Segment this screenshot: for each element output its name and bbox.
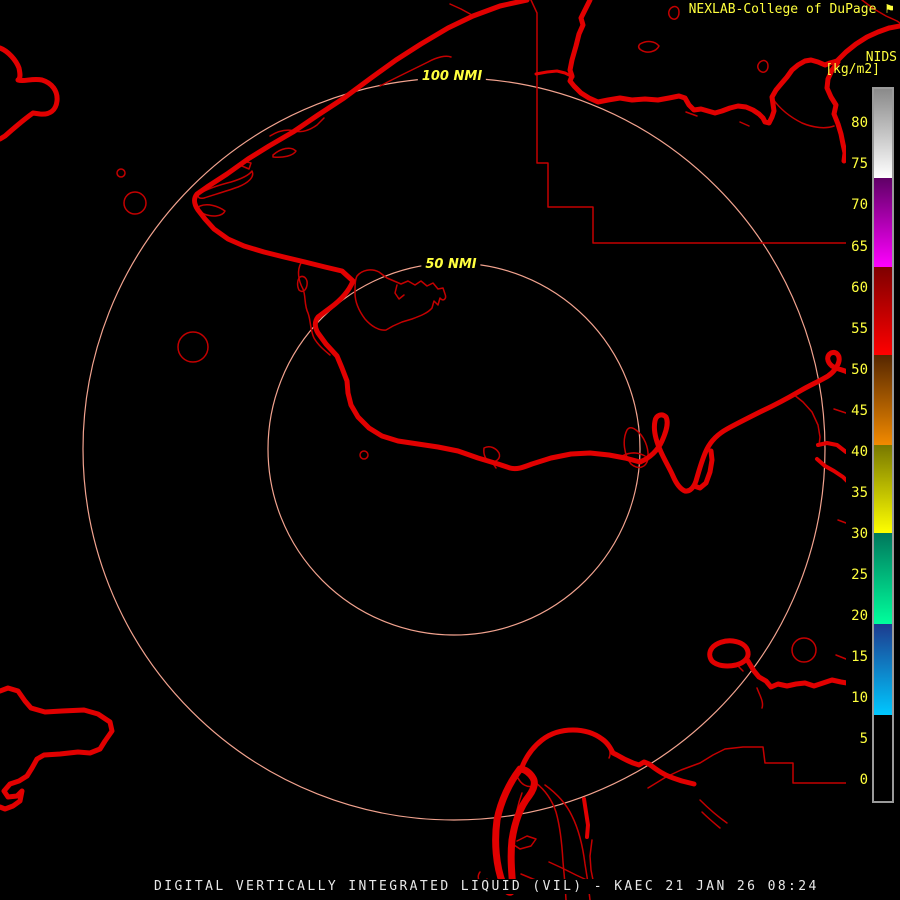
colorbar-tick-label: 40 [851,444,868,461]
colorbar-tick-label: 0 [859,772,868,789]
coastline-detail-thin [116,0,900,900]
colorbar-tick-label: 75 [851,156,868,173]
brand-text: NEXLAB-College of DuPage [688,2,877,17]
radar-map-layer [0,0,900,900]
colorbar-tick-label: 25 [851,567,868,584]
range-ring-label-100nmi: 100 NMI [417,69,487,84]
colorbar [872,87,894,803]
colorbar-tick-label: 80 [851,115,868,132]
colorbar-tick-label: 70 [851,197,868,214]
range-ring-label-50nmi: 50 NMI [421,257,481,272]
colorbar-tick-label: 65 [851,238,868,255]
colorbar-tick-label: 50 [851,361,868,378]
coast-southeast-chain [745,658,850,690]
island-ring-southeast [707,638,751,669]
header-brand: NEXLAB-College of DuPage ⚑ [689,2,895,17]
colorbar-tick-label: 30 [851,526,868,543]
colorbar-tick-label: 5 [859,731,868,748]
coast-bottomleft-island [0,685,115,812]
island-arch [519,727,697,787]
colorbar-tick-label: 55 [851,320,868,337]
status-bar: DIGITAL VERTICALLY INTEGRATED LIQUID (VI… [154,879,819,894]
island-west-rim [492,765,538,896]
radar-display: 100 NMI 50 NMI NEXLAB-College of DuPage … [0,0,900,900]
colorbar-tick-label: 15 [851,649,868,666]
colorbar-tick-label: 45 [851,402,868,419]
flag-icon: ⚑ [884,2,895,16]
coast-topleft-blob [0,45,60,142]
coast-top [567,0,840,126]
legend-units: [kg/m2] [825,62,880,77]
colorbar-tick-label: 10 [851,690,868,707]
colorbar-tick-label: 35 [851,485,868,502]
colorbar-tick-label: 60 [851,279,868,296]
colorbar-tick-label: 20 [851,608,868,625]
